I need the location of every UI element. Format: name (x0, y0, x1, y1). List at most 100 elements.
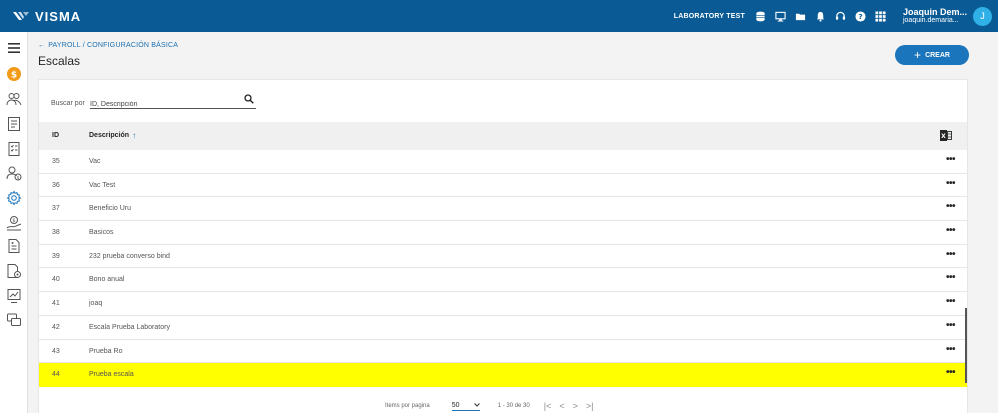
chevron-down-icon (473, 403, 480, 407)
top-bar: VISMA LABORATORY TEST ? Joaquin Dem... j… (0, 0, 998, 32)
breadcrumb-path[interactable]: PAYROLL / CONFIGURACIÓN BÁSICA (48, 42, 178, 49)
svg-text:$: $ (12, 218, 15, 224)
row-more-options-icon[interactable]: ••• (946, 272, 956, 283)
table-row[interactable]: 42 Escala Prueba Laboratory ••• (39, 316, 967, 340)
table-row[interactable]: 41 joaq ••• (39, 292, 967, 316)
user-email: joaquin.demaria... (902, 17, 959, 25)
row-more-options-icon[interactable]: ••• (946, 154, 956, 165)
employee-money-icon[interactable]: $ (5, 164, 23, 182)
folder-icon[interactable] (795, 10, 807, 22)
first-page-icon[interactable]: |< (544, 401, 552, 411)
avatar[interactable]: J (973, 6, 992, 26)
cell-id: 36 (52, 181, 60, 189)
column-header-description[interactable]: Descripción ↑ (89, 132, 136, 140)
cell-id: 35 (52, 158, 60, 165)
table-header: ID Descripción ↑ X (39, 122, 967, 150)
visma-logo[interactable]: VISMA (12, 9, 81, 24)
cell-description: Prueba Ro (89, 347, 123, 355)
pagination: Items por pagina 50 1 - 30 de 30 |< < > … (385, 399, 593, 413)
checklist-icon[interactable] (5, 140, 23, 158)
report-icon[interactable] (5, 115, 23, 133)
people-icon[interactable] (5, 90, 23, 108)
document-icon[interactable] (5, 237, 23, 255)
prev-page-icon[interactable]: < (559, 401, 564, 411)
row-more-options-icon[interactable]: ••• (946, 178, 956, 189)
table-body: 35 Vac ••• 36 Vac Test ••• 37 Beneficio … (39, 150, 967, 387)
last-page-icon[interactable]: >| (586, 401, 594, 411)
excel-export-icon[interactable]: X (940, 130, 952, 141)
back-arrow-icon[interactable]: ← (38, 42, 45, 49)
payments-icon[interactable]: $ (5, 214, 23, 232)
row-more-options-icon[interactable]: ••• (946, 344, 956, 355)
page-size-value: 50 (451, 401, 460, 409)
search-input[interactable] (90, 95, 240, 110)
document-settings-icon[interactable] (5, 262, 23, 280)
cell-description: 232 prueba converso bind (89, 252, 170, 260)
table-row[interactable]: 38 Basicos ••• (39, 221, 967, 245)
plus-icon: + (914, 48, 922, 62)
chat-icon[interactable] (5, 311, 23, 329)
bell-icon[interactable] (815, 10, 827, 22)
create-button[interactable]: + CREAR (895, 45, 969, 65)
cell-id: 43 (52, 347, 60, 355)
user-menu[interactable]: Joaquin Dem... joaquin.demaria... (903, 7, 967, 25)
user-name: Joaquin Dem... (902, 6, 967, 17)
row-more-options-icon[interactable]: ••• (946, 249, 956, 260)
cell-id: 44 (52, 371, 60, 379)
settings-gear-icon[interactable] (5, 189, 23, 207)
logo-text: VISMA (35, 8, 82, 24)
search-field[interactable] (90, 93, 256, 110)
coin-icon[interactable]: $ (5, 65, 23, 83)
search-icon[interactable] (244, 94, 254, 104)
column-header-id[interactable]: ID (52, 132, 59, 139)
table-row[interactable]: 37 Beneficio Uru ••• (39, 197, 967, 222)
chart-report-icon[interactable] (5, 287, 23, 305)
next-page-icon[interactable]: > (573, 401, 578, 411)
table-card: Buscar por ID Descripción ↑ X 35 Vac •••… (38, 79, 968, 413)
table-row[interactable]: 43 Prueba Ro ••• (39, 340, 967, 364)
row-more-options-icon[interactable]: ••• (946, 296, 956, 307)
search-label: Buscar por (51, 100, 85, 107)
cell-description: joaq (89, 300, 103, 308)
cell-id: 37 (52, 205, 60, 213)
cell-description: Basicos (89, 229, 114, 237)
table-row[interactable]: 35 Vac ••• (39, 150, 967, 174)
cell-id: 42 (52, 323, 60, 331)
cell-id: 41 (52, 300, 60, 308)
cell-id: 39 (52, 252, 60, 260)
cell-description: Beneficio Uru (89, 205, 132, 213)
table-row-highlighted[interactable]: 44 Prueba escala ••• (39, 363, 967, 387)
cell-description: Vac Test (89, 181, 116, 189)
headset-icon[interactable] (835, 10, 847, 22)
cell-description: Prueba escala (89, 371, 134, 379)
items-per-page-label: Items por pagina (385, 403, 430, 409)
table-row[interactable]: 40 Bono anual ••• (39, 268, 967, 293)
page-range: 1 - 30 de 30 (497, 403, 530, 409)
row-more-options-icon[interactable]: ••• (946, 201, 956, 212)
hamburger-menu-icon[interactable] (5, 39, 23, 57)
company-selector[interactable]: LABORATORY TEST (674, 13, 745, 20)
table-row[interactable]: 39 232 prueba converso bind ••• (39, 245, 967, 269)
svg-text:X: X (941, 133, 946, 140)
page-size-select[interactable]: 50 (451, 401, 480, 411)
cell-id: 38 (52, 229, 60, 237)
sidebar: $ $ $ (0, 32, 28, 413)
table-scrollbar[interactable] (965, 308, 967, 383)
table-row[interactable]: 36 Vac Test ••• (39, 174, 967, 198)
cell-description: Escala Prueba Laboratory (89, 323, 170, 331)
create-button-label: CREAR (925, 51, 950, 59)
breadcrumb[interactable]: ← PAYROLL / CONFIGURACIÓN BÁSICA (38, 42, 178, 49)
apps-grid-icon[interactable] (875, 10, 887, 22)
sort-ascending-icon[interactable]: ↑ (132, 132, 136, 140)
row-more-options-icon[interactable]: ••• (946, 367, 956, 378)
row-more-options-icon[interactable]: ••• (946, 225, 956, 236)
monitor-icon[interactable] (775, 10, 787, 22)
visma-logo-icon (13, 12, 29, 20)
page-title: Escalas (38, 54, 81, 68)
help-icon[interactable]: ? (855, 10, 867, 22)
cell-description: Vac (89, 158, 101, 165)
row-more-options-icon[interactable]: ••• (946, 320, 956, 331)
database-icon[interactable] (755, 10, 767, 22)
column-header-description-label: Descripción (89, 132, 130, 139)
svg-text:?: ? (859, 11, 863, 20)
